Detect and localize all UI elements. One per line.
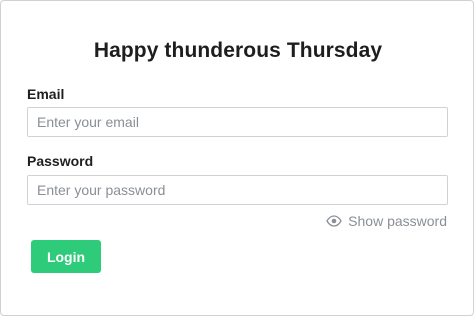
login-button[interactable]: Login bbox=[31, 240, 101, 273]
email-label: Email bbox=[27, 86, 65, 102]
password-label: Password bbox=[27, 153, 94, 169]
show-password-toggle[interactable]: Show password bbox=[326, 213, 447, 229]
login-card: Happy thunderous Thursday Email Password… bbox=[0, 0, 474, 316]
eye-icon bbox=[326, 213, 342, 229]
page-title: Happy thunderous Thursday bbox=[93, 39, 383, 62]
show-password-label: Show password bbox=[348, 213, 447, 229]
password-input[interactable] bbox=[27, 175, 448, 205]
email-input[interactable] bbox=[27, 107, 448, 137]
